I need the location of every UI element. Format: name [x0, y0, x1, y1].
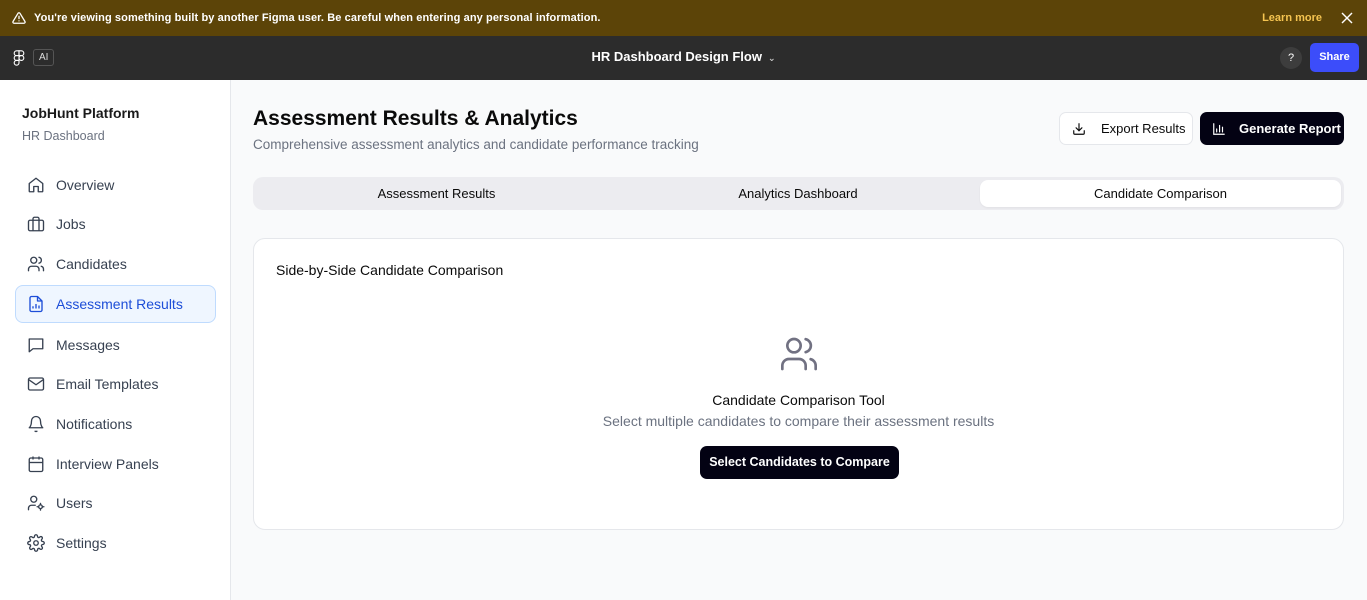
message-icon: [26, 335, 46, 355]
tab-candidate-comparison[interactable]: Candidate Comparison: [980, 180, 1341, 207]
sidebar-item-label: Settings: [56, 535, 107, 551]
bar-chart-icon: [1212, 122, 1226, 136]
share-button[interactable]: Share: [1310, 43, 1359, 72]
sidebar-item-label: Jobs: [56, 216, 86, 232]
calendar-icon: [26, 454, 46, 474]
sidebar-item-jobs[interactable]: Jobs: [15, 205, 216, 243]
comparison-card: Side-by-Side Candidate Comparison Candid…: [253, 238, 1344, 530]
sidebar-item-label: Notifications: [56, 416, 133, 432]
sidebar-item-email-templates[interactable]: Email Templates: [15, 365, 216, 403]
sidebar-item-label: Candidates: [56, 256, 127, 272]
page-title: Assessment Results & Analytics: [253, 107, 578, 130]
users-icon: [26, 254, 46, 274]
help-button[interactable]: ?: [1280, 47, 1302, 69]
select-candidates-button[interactable]: Select Candidates to Compare: [700, 446, 899, 479]
sidebar-item-label: Messages: [56, 337, 120, 353]
sidebar-item-candidates[interactable]: Candidates: [15, 245, 216, 283]
brand-subtitle: HR Dashboard: [22, 129, 105, 143]
sidebar-item-users[interactable]: Users: [15, 484, 216, 522]
export-results-button[interactable]: Export Results: [1059, 112, 1193, 145]
empty-state-title: Candidate Comparison Tool: [712, 392, 885, 408]
warning-text: You're viewing something built by anothe…: [34, 12, 601, 24]
chevron-down-icon: ⌄: [767, 53, 776, 63]
gear-icon: [26, 533, 46, 553]
sidebar-item-label: Email Templates: [56, 376, 159, 392]
sidebar-item-overview[interactable]: Overview: [15, 166, 216, 204]
sidebar-item-assessment-results[interactable]: Assessment Results: [15, 285, 216, 323]
sidebar: JobHunt Platform HR Dashboard Overview J…: [0, 80, 231, 600]
briefcase-icon: [26, 214, 46, 234]
learn-more-link[interactable]: Learn more: [1262, 12, 1322, 24]
page-subtitle: Comprehensive assessment analytics and c…: [253, 137, 699, 152]
card-title: Side-by-Side Candidate Comparison: [276, 262, 504, 278]
sidebar-item-notifications[interactable]: Notifications: [15, 405, 216, 443]
home-icon: [26, 175, 46, 195]
warning-icon: [12, 11, 26, 25]
main-content: Assessment Results & Analytics Comprehen…: [231, 80, 1367, 600]
sidebar-item-label: Interview Panels: [56, 456, 159, 472]
mail-icon: [26, 374, 46, 394]
sidebar-item-label: Assessment Results: [56, 296, 183, 312]
empty-state-subtitle: Select multiple candidates to compare th…: [602, 413, 995, 429]
download-icon: [1072, 122, 1086, 136]
generate-report-button[interactable]: Generate Report: [1200, 112, 1344, 145]
bell-icon: [26, 414, 46, 434]
sidebar-item-settings[interactable]: Settings: [15, 524, 216, 562]
file-title[interactable]: HR Dashboard Design Flow ⌄: [0, 49, 1367, 64]
tab-assessment-results[interactable]: Assessment Results: [256, 180, 617, 207]
user-cog-icon: [26, 493, 46, 513]
brand-name: JobHunt Platform: [22, 105, 140, 121]
tab-list: Assessment Results Analytics Dashboard C…: [253, 177, 1344, 210]
sidebar-item-messages[interactable]: Messages: [15, 326, 216, 364]
sidebar-item-interview-panels[interactable]: Interview Panels: [15, 445, 216, 483]
generate-report-label: Generate Report: [1239, 121, 1341, 136]
tab-analytics-dashboard[interactable]: Analytics Dashboard: [617, 180, 979, 207]
sidebar-item-label: Overview: [56, 177, 115, 193]
users-icon: [778, 334, 820, 374]
figma-warning-banner: You're viewing something built by anothe…: [0, 0, 1367, 36]
file-chart-icon: [26, 294, 46, 314]
figma-toolbar: AI HR Dashboard Design Flow ⌄ ? Share: [0, 36, 1367, 80]
sidebar-item-label: Users: [56, 495, 93, 511]
export-results-label: Export Results: [1101, 121, 1186, 136]
close-icon[interactable]: [1339, 10, 1355, 26]
